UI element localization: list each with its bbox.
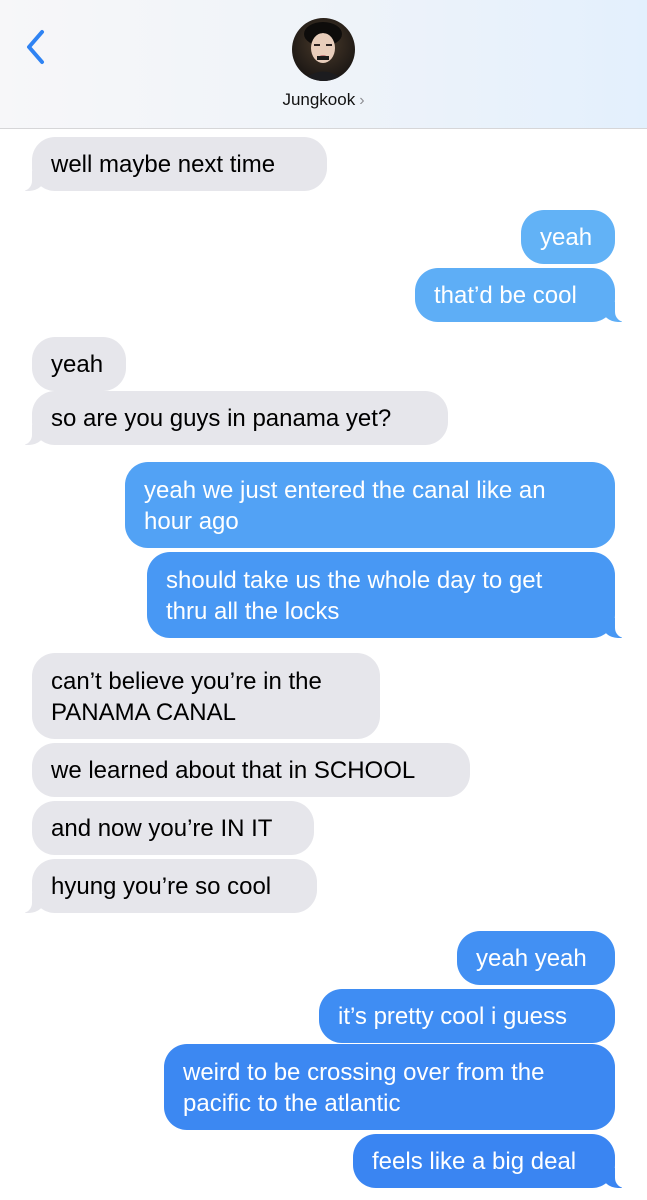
message-text: feels like a big deal: [372, 1147, 577, 1175]
message-text: and now you’re IN IT: [51, 814, 273, 842]
message-text: yeah: [51, 350, 104, 378]
message-text: yeah: [540, 223, 593, 251]
message-text: yeah yeah: [476, 944, 587, 972]
incoming-message[interactable]: we learned about that in SCHOOL: [32, 743, 470, 797]
message-text-line-2: pacific to the atlantic: [183, 1090, 401, 1117]
outgoing-message[interactable]: yeah we just entered the canal like an h…: [125, 462, 615, 548]
message-text: hyung you’re so cool: [51, 872, 272, 900]
incoming-message[interactable]: so are you guys in panama yet?: [22, 391, 448, 445]
incoming-message[interactable]: hyung you’re so cool: [22, 859, 317, 913]
incoming-message[interactable]: well maybe next time: [22, 137, 327, 191]
outgoing-message[interactable]: yeah yeah: [457, 931, 615, 985]
message-text-line-1: can’t believe you’re in the: [51, 668, 322, 695]
message-text: so are you guys in panama yet?: [51, 404, 392, 432]
outgoing-message[interactable]: weird to be crossing over from the pacif…: [164, 1044, 615, 1130]
outgoing-message[interactable]: should take us the whole day to get thru…: [147, 552, 625, 638]
message-text: it’s pretty cool i guess: [338, 1002, 567, 1030]
message-text-line-2: hour ago: [144, 508, 239, 535]
outgoing-message[interactable]: it’s pretty cool i guess: [319, 989, 615, 1043]
message-text-line-2: thru all the locks: [166, 598, 340, 625]
chevron-left-icon: [27, 30, 44, 64]
message-thread[interactable]: well maybe next time yeah that’d be cool…: [0, 129, 647, 1200]
outgoing-message[interactable]: feels like a big deal: [353, 1134, 625, 1188]
conversation-header: Jungkook ›: [0, 0, 647, 129]
message-text-line-2: PANAMA CANAL: [51, 699, 236, 726]
message-text: well maybe next time: [51, 150, 276, 178]
incoming-message[interactable]: can’t believe you’re in the PANAMA CANAL: [32, 653, 380, 739]
chevron-right-icon: ›: [359, 92, 365, 109]
avatar[interactable]: [292, 18, 355, 81]
outgoing-message[interactable]: that’d be cool: [415, 268, 625, 322]
contact-photo-icon: [292, 18, 355, 81]
incoming-message[interactable]: and now you’re IN IT: [32, 801, 314, 855]
message-text-line-1: yeah we just entered the canal like an: [144, 477, 546, 504]
message-text-line-1: should take us the whole day to get: [166, 567, 543, 594]
message-text: that’d be cool: [434, 281, 577, 309]
outgoing-message[interactable]: yeah: [521, 210, 615, 264]
message-text-line-1: weird to be crossing over from the: [183, 1059, 545, 1086]
message-text: we learned about that in SCHOOL: [51, 756, 416, 784]
contact-name: Jungkook: [282, 90, 356, 109]
contact-name-row[interactable]: Jungkook ›: [0, 90, 647, 110]
incoming-message[interactable]: yeah: [32, 337, 126, 391]
back-button[interactable]: [22, 28, 54, 66]
